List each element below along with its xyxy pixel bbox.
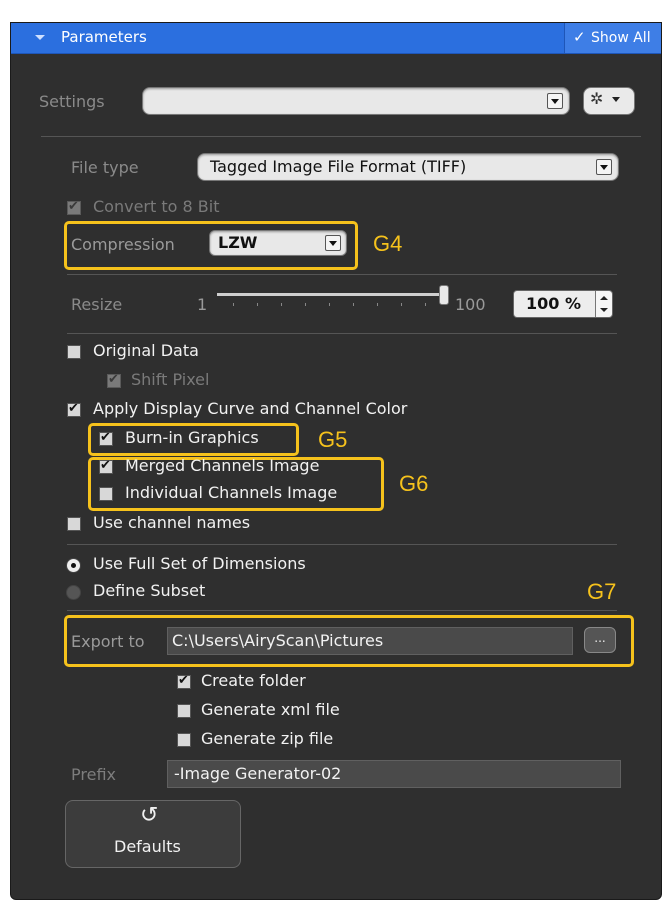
resize-max-label: 100 [455,295,486,314]
file-type-value: Tagged Image File Format (TIFF) [210,157,467,176]
generate-zip-label: Generate zip file [201,729,334,748]
full-set-label: Use Full Set of Dimensions [93,554,306,573]
annotation-label-g5: G5 [318,427,348,452]
chevron-down-icon [325,235,341,251]
reset-icon: ↺ [140,803,159,828]
resize-spinbox[interactable]: 100 % [513,290,613,318]
slider-track [217,293,449,296]
full-set-radio[interactable] [66,558,81,573]
divider [67,544,617,545]
create-folder-checkbox[interactable] [177,673,191,689]
slider-tick [281,303,282,306]
generate-zip-checkbox[interactable] [177,733,191,747]
individual-checkbox[interactable] [99,487,113,501]
show-all-label: Show All [591,30,651,46]
divider [67,610,617,611]
defaults-button[interactable]: ↺ Defaults [65,800,241,868]
convert-8bit-label: Convert to 8 Bit [93,197,220,216]
slider-tick [353,303,354,306]
annotation-label-g7: G7 [587,579,617,604]
define-subset-radio[interactable] [66,585,81,600]
apply-display-checkbox[interactable] [67,401,81,417]
divider [67,274,617,275]
chevron-down-icon [596,159,612,175]
generate-xml-label: Generate xml file [201,700,340,719]
panel-header[interactable]: Parameters ✓ Show All [11,23,661,54]
shift-pixel-checkbox[interactable] [107,372,121,388]
gear-icon: ✲ [590,89,604,108]
create-folder-label: Create folder [201,671,306,690]
collapse-icon[interactable] [35,35,45,40]
original-data-label: Original Data [93,341,199,360]
slider-tick [425,303,426,306]
browse-button[interactable]: ... [584,627,616,653]
apply-display-label: Apply Display Curve and Channel Color [93,399,408,418]
prefix-value: -Image Generator-02 [174,764,342,783]
export-to-label: Export to [71,632,145,651]
show-all-button[interactable]: ✓ Show All [564,23,661,53]
settings-label: Settings [39,92,105,111]
compression-dropdown[interactable]: LZW [209,230,347,256]
generate-xml-checkbox[interactable] [177,704,191,718]
original-data-checkbox[interactable] [67,345,81,359]
convert-8bit-checkbox[interactable] [67,199,81,215]
channel-names-label: Use channel names [93,513,251,532]
slider-tick [377,303,378,306]
annotation-label-g6: G6 [399,471,429,496]
annotation-label-g4: G4 [373,231,403,256]
resize-value: 100 % [526,294,581,313]
individual-label: Individual Channels Image [125,483,338,502]
slider-tick [257,303,258,306]
chevron-down-icon [547,93,563,109]
chevron-down-icon [612,97,620,102]
shift-pixel-label: Shift Pixel [131,370,210,389]
channel-names-checkbox[interactable] [67,517,81,531]
check-icon: ✓ [573,28,586,46]
slider-tick [329,303,330,306]
file-type-label: File type [71,158,139,177]
file-type-dropdown[interactable]: Tagged Image File Format (TIFF) [197,153,619,181]
slider-handle[interactable] [439,285,449,305]
prefix-label: Prefix [71,765,116,784]
merged-label: Merged Channels Image [125,456,320,475]
compression-label: Compression [71,235,175,254]
burn-in-checkbox[interactable] [99,430,113,446]
slider-tick [305,303,306,306]
settings-gear-button[interactable]: ✲ [583,87,635,115]
slider-tick [233,303,234,306]
export-path-field[interactable]: C:\Users\AiryScan\Pictures [167,627,573,655]
parameters-panel: Parameters ✓ Show All Settings ✲ File ty… [10,22,662,900]
prefix-field[interactable]: -Image Generator-02 [167,760,621,788]
panel-title: Parameters [61,28,147,46]
divider [67,333,617,334]
defaults-label: Defaults [114,837,181,856]
resize-label: Resize [71,295,123,314]
stepper-icon[interactable] [595,291,612,317]
slider-tick [401,303,402,306]
merged-checkbox[interactable] [99,458,113,474]
define-subset-label: Define Subset [93,581,206,600]
divider [41,136,641,137]
export-path-value: C:\Users\AiryScan\Pictures [172,631,384,650]
resize-min-label: 1 [197,295,208,314]
settings-dropdown[interactable] [142,87,570,115]
burn-in-label: Burn-in Graphics [125,428,259,447]
compression-value: LZW [218,233,258,252]
